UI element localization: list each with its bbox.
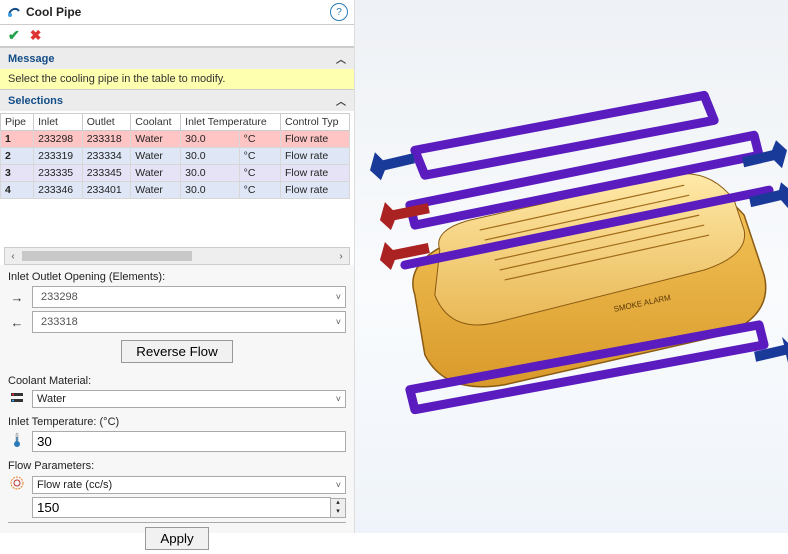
cancel-button[interactable]: ✖ <box>30 27 42 44</box>
message-header[interactable]: Message ︿ <box>0 48 354 69</box>
inlet-arrow-icon: → <box>8 290 26 305</box>
help-icon[interactable]: ? <box>330 3 348 21</box>
table-row[interactable]: 4233346233401Water30.0°CFlow rate <box>1 182 350 199</box>
coolant-select[interactable]: Water˅ <box>32 390 346 408</box>
chevron-up-icon: ︿ <box>336 51 346 66</box>
selections-header[interactable]: Selections ︿ <box>0 90 354 111</box>
selections-section: Selections ︿ Pipe Inlet Outlet Coolant I… <box>0 89 354 267</box>
temp-label: Inlet Temperature: (°C) <box>8 416 346 428</box>
outlet-arrow-icon: ← <box>8 315 26 330</box>
table-row[interactable]: 2233319233334Water30.0°CFlow rate <box>1 148 350 165</box>
titlebar: Cool Pipe ? <box>0 0 354 25</box>
table-hscroll[interactable]: ‹ › <box>4 247 350 265</box>
temp-input[interactable] <box>32 431 346 452</box>
material-icon <box>8 391 26 408</box>
thermometer-icon <box>8 432 26 451</box>
scroll-thumb[interactable] <box>22 251 192 261</box>
apply-button[interactable]: Apply <box>145 527 208 550</box>
coolant-label: Coolant Material: <box>8 375 346 387</box>
message-section: Message ︿ Select the cooling pipe in the… <box>0 47 354 89</box>
pipe-1[interactable] <box>415 95 714 175</box>
pipes-table[interactable]: Pipe Inlet Outlet Coolant Inlet Temperat… <box>0 113 350 199</box>
flow-icon <box>8 475 26 494</box>
flow-type-select[interactable]: Flow rate (cc/s)˅ <box>32 476 346 494</box>
table-row[interactable]: 3233335233345Water30.0°CFlow rate <box>1 165 350 182</box>
io-label: Inlet Outlet Opening (Elements): <box>8 271 346 283</box>
spin-down-icon[interactable]: ▾ <box>331 508 345 517</box>
flow-label: Flow Parameters: <box>8 460 346 472</box>
inlet-arrow-icon <box>370 152 415 180</box>
3d-viewport[interactable]: SMOKE ALARM <box>355 0 788 533</box>
outlet-field[interactable]: 233318˅ <box>32 311 346 333</box>
table-row[interactable]: 1233298233318Water30.0°CFlow rate <box>1 131 350 148</box>
scroll-right-icon[interactable]: › <box>333 251 349 262</box>
scroll-left-icon[interactable]: ‹ <box>5 251 21 262</box>
property-panel: Cool Pipe ? ✔ ✖ Message ︿ Select the coo… <box>0 0 355 533</box>
chevron-up-icon: ︿ <box>336 93 346 108</box>
accept-bar: ✔ ✖ <box>0 25 354 47</box>
flow-value-input[interactable] <box>32 497 331 518</box>
ok-button[interactable]: ✔ <box>8 27 20 44</box>
panel-title: Cool Pipe <box>26 5 330 19</box>
message-body: Select the cooling pipe in the table to … <box>0 69 354 89</box>
inlet-field[interactable]: 233298˅ <box>32 286 346 308</box>
reverse-flow-button[interactable]: Reverse Flow <box>121 340 232 363</box>
spin-up-icon[interactable]: ▴ <box>331 499 345 508</box>
cool-pipe-icon <box>6 4 22 20</box>
